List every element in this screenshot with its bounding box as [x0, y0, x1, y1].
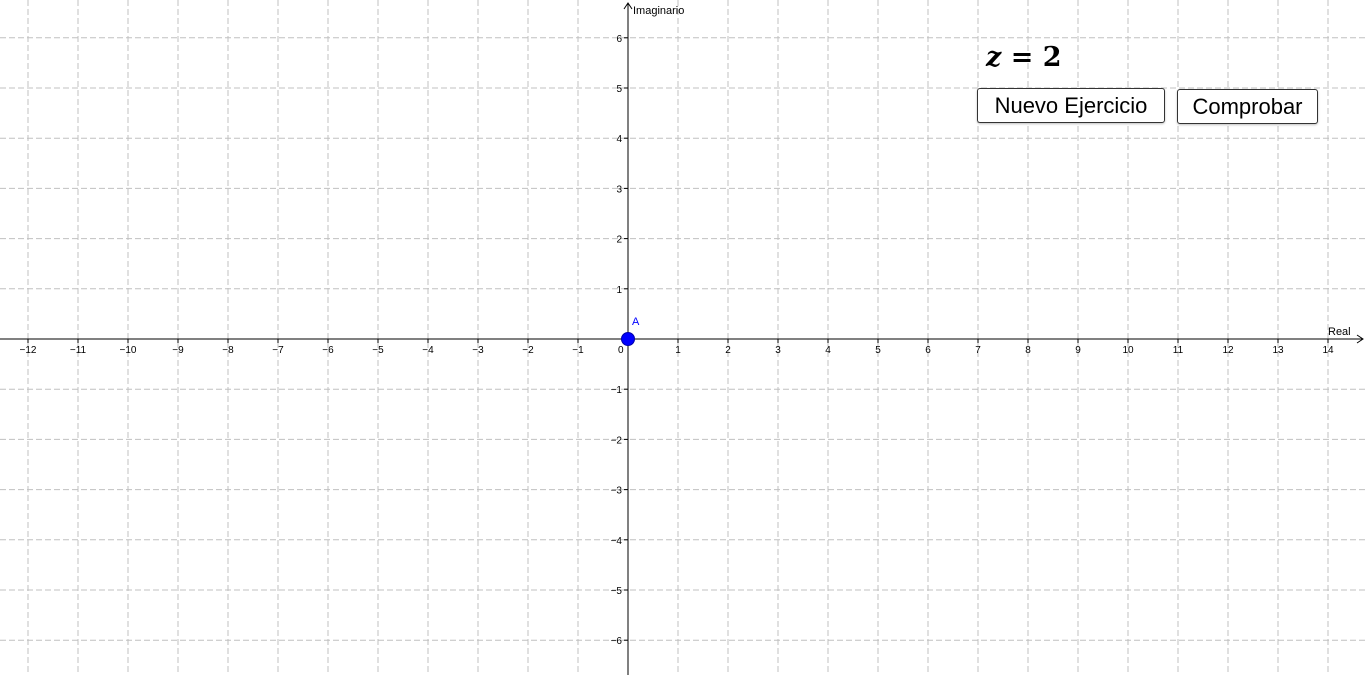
y-tick-label: −4 — [611, 536, 623, 547]
x-tick-label: 0 — [618, 345, 624, 356]
y-tick-label: 6 — [616, 34, 622, 45]
equation-display: z = 2 — [986, 42, 1062, 73]
y-tick-label: −3 — [611, 486, 623, 497]
x-tick-label: 4 — [825, 345, 831, 356]
y-tick-label: 1 — [616, 285, 622, 296]
y-tick-label: 5 — [616, 84, 622, 95]
x-tick-label: 13 — [1272, 345, 1284, 356]
x-tick-label: 14 — [1322, 345, 1334, 356]
tick-labels: −12 −11 −10 −9 −8 −7 −6 −5 −4 −3 −2 −1 0 1 2 3 4 5 6 7 8 9 10 1… — [20, 34, 1334, 647]
equation-value: 2 — [1042, 42, 1062, 73]
x-tick-label: 6 — [925, 345, 931, 356]
x-tick-label: −1 — [572, 345, 584, 356]
x-tick-label: −5 — [372, 345, 384, 356]
y-tick-label: −2 — [611, 435, 623, 446]
x-tick-label: 9 — [1075, 345, 1081, 356]
x-tick-label: −4 — [422, 345, 434, 356]
equation-operator: = — [1010, 42, 1034, 73]
y-tick-label: −6 — [611, 636, 623, 647]
y-tick-label: 4 — [616, 134, 622, 145]
point-a[interactable] — [621, 332, 635, 346]
x-tick-label: −3 — [472, 345, 484, 356]
check-button[interactable]: Comprobar — [1177, 89, 1318, 124]
x-tick-label: −7 — [272, 345, 284, 356]
x-tick-label: 5 — [875, 345, 881, 356]
y-tick-label: −1 — [611, 385, 623, 396]
point-a-label: A — [632, 316, 640, 328]
x-tick-label: 11 — [1173, 345, 1184, 356]
y-axis-label: Imaginario — [633, 5, 684, 17]
equation-variable: z — [986, 42, 1002, 73]
y-tick-label: 3 — [616, 184, 622, 195]
x-tick-label: −2 — [522, 345, 534, 356]
x-tick-label: −11 — [70, 345, 87, 356]
x-tick-label: 12 — [1222, 345, 1234, 356]
x-tick-label: −6 — [322, 345, 334, 356]
x-tick-label: −9 — [172, 345, 184, 356]
y-tick-label: 2 — [616, 235, 622, 246]
x-tick-label: 1 — [675, 345, 681, 356]
x-tick-label: −8 — [222, 345, 234, 356]
new-exercise-button[interactable]: Nuevo Ejercicio — [977, 88, 1165, 123]
x-tick-label: −10 — [120, 345, 137, 356]
x-tick-label: 10 — [1122, 345, 1134, 356]
x-axis-label: Real — [1328, 326, 1351, 338]
x-tick-label: 3 — [775, 345, 781, 356]
x-tick-label: 2 — [725, 345, 731, 356]
x-tick-label: 7 — [975, 345, 981, 356]
y-tick-label: −5 — [611, 586, 623, 597]
x-tick-label: 8 — [1025, 345, 1031, 356]
x-tick-label: −12 — [20, 345, 37, 356]
